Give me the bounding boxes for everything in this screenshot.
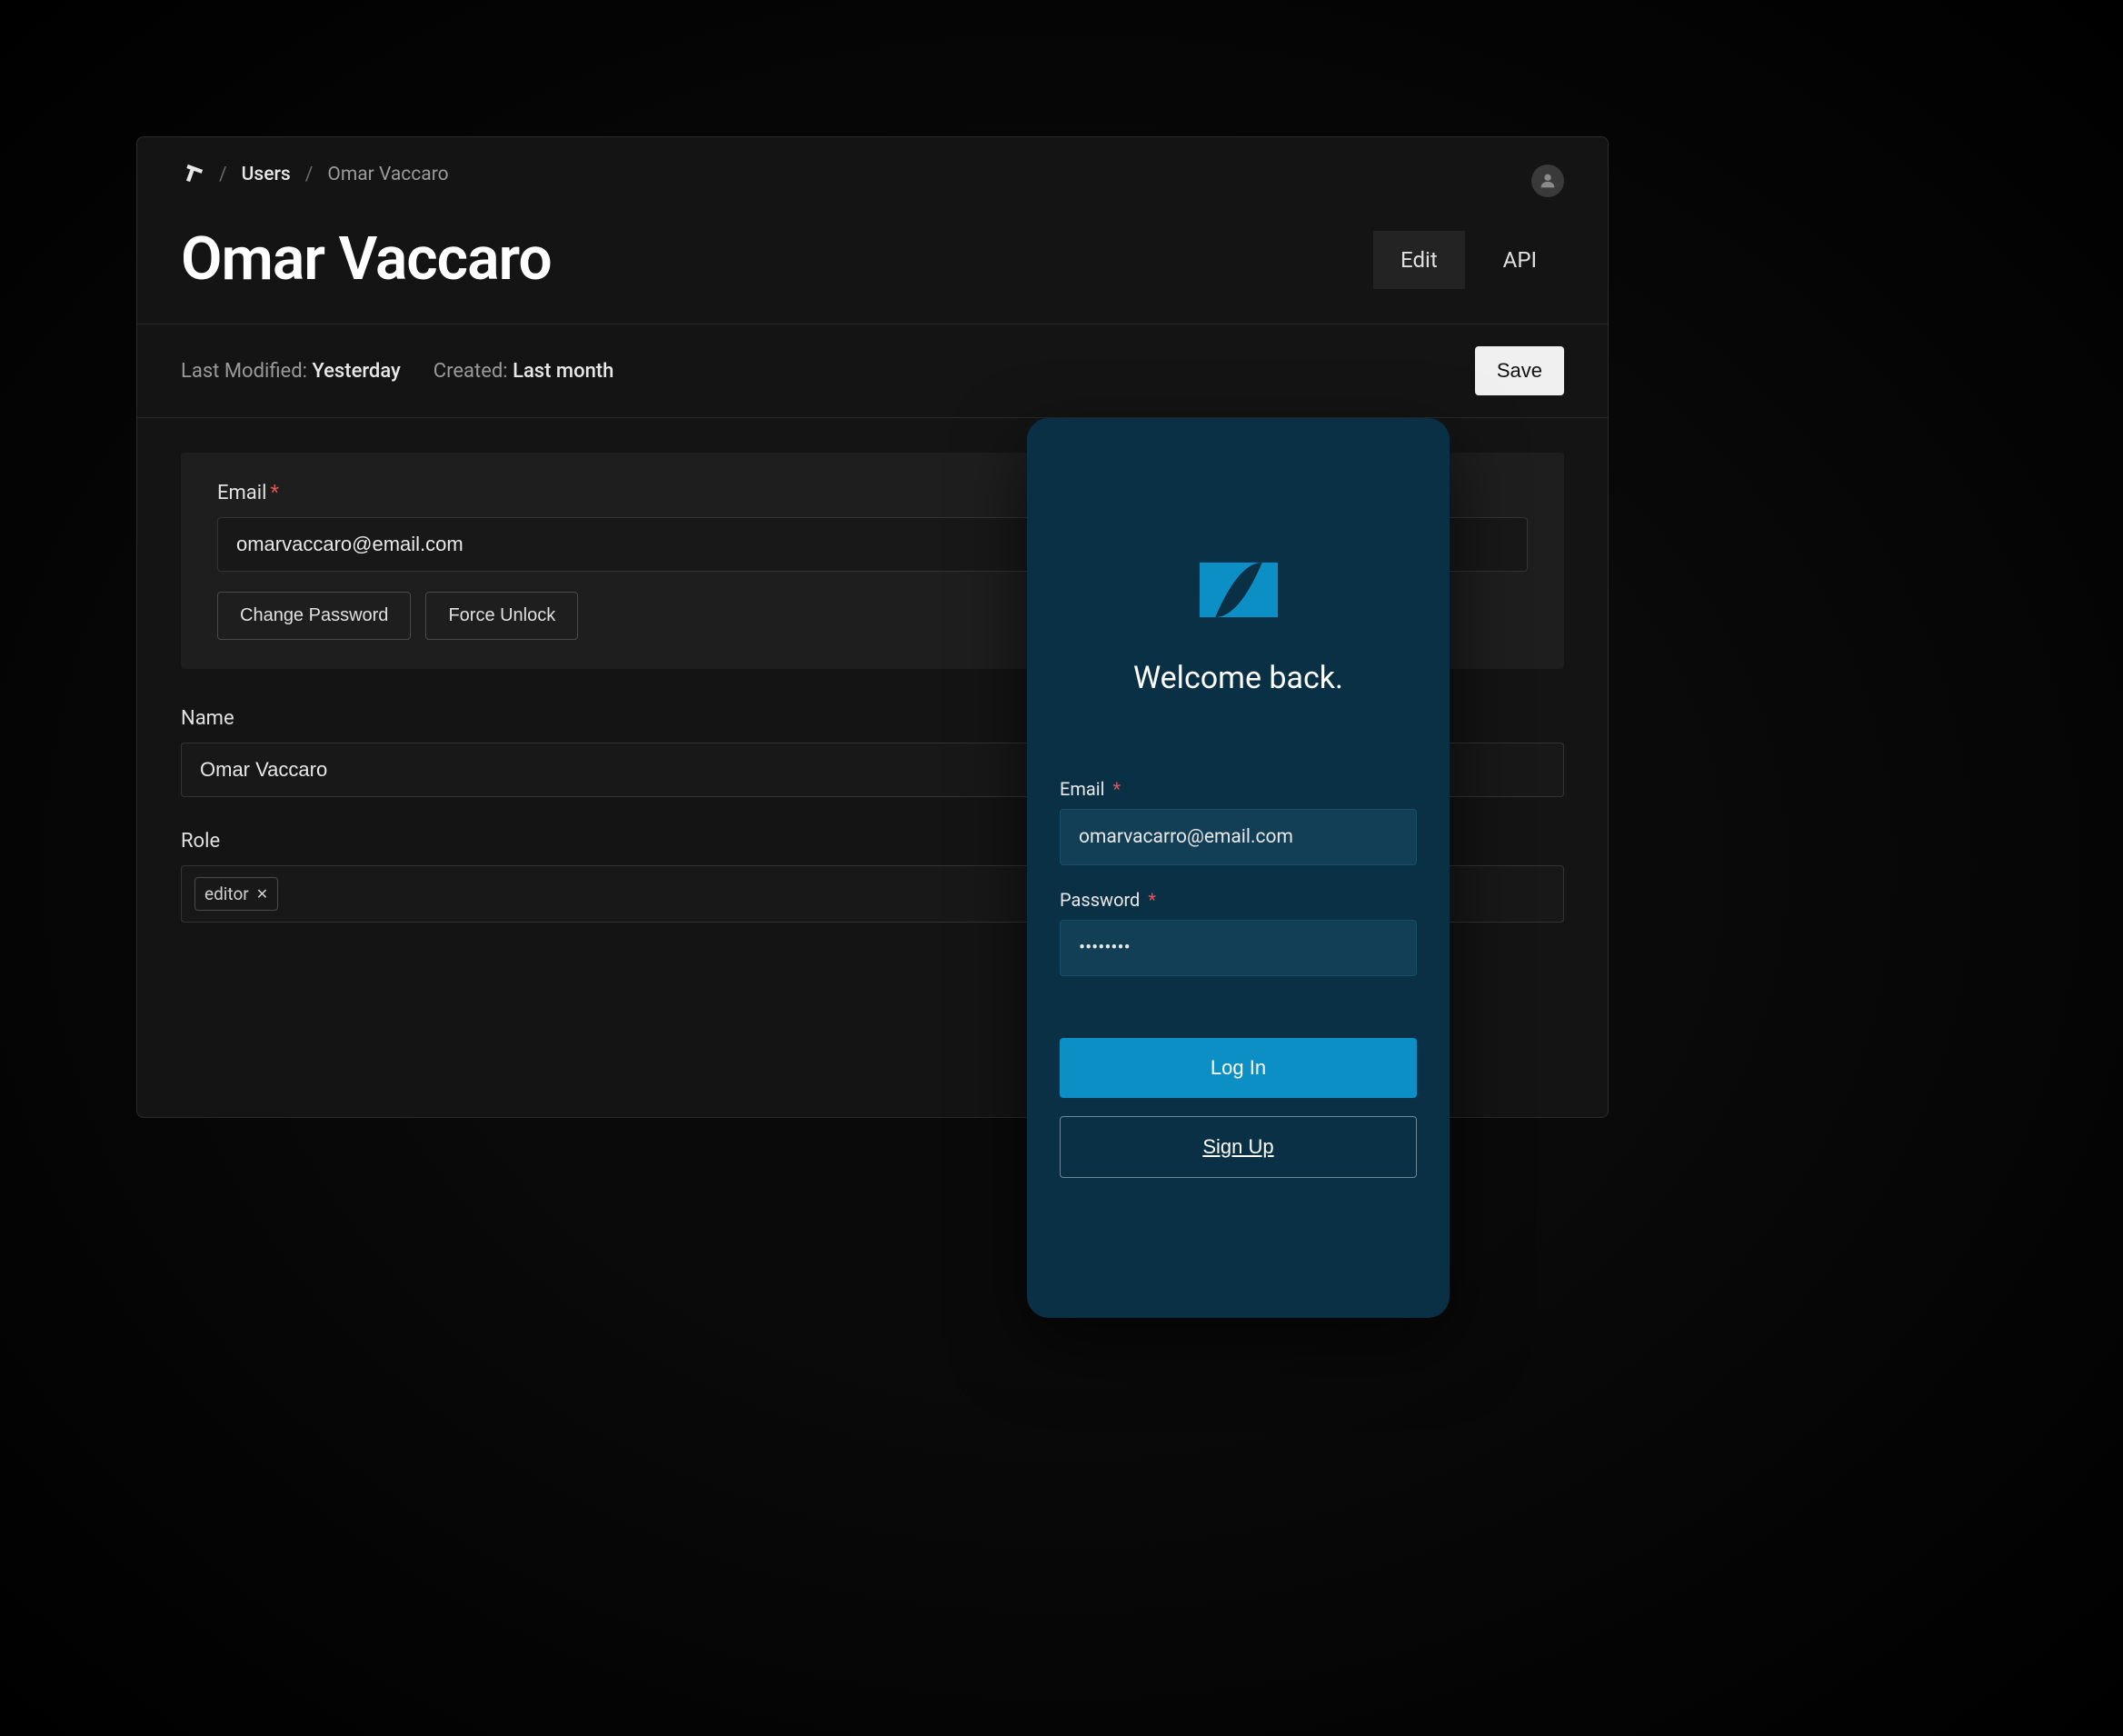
breadcrumb-separator: / <box>305 164 314 185</box>
meta-bar: Last Modified: Yesterday Created: Last m… <box>137 324 1608 418</box>
login-form: Email * Password * Log In Sign Up <box>1060 778 1417 1178</box>
login-email-input[interactable] <box>1060 809 1417 865</box>
meta-info: Last Modified: Yesterday Created: Last m… <box>181 360 613 383</box>
role-tag-label: editor <box>204 883 249 904</box>
breadcrumb-current: Omar Vaccaro <box>327 164 448 185</box>
force-unlock-button[interactable]: Force Unlock <box>425 592 578 640</box>
app-logo-icon <box>1200 554 1278 625</box>
email-label-text: Email <box>217 482 266 504</box>
change-password-button[interactable]: Change Password <box>217 592 411 640</box>
close-icon[interactable]: ✕ <box>256 885 268 903</box>
required-indicator: * <box>1112 778 1121 800</box>
welcome-heading: Welcome back. <box>1060 660 1417 696</box>
login-email-label: Email * <box>1060 778 1417 800</box>
last-modified-label: Last Modified: <box>181 360 312 383</box>
last-modified-value: Yesterday <box>312 360 400 383</box>
tabs: Edit API <box>1373 231 1564 289</box>
tab-api[interactable]: API <box>1476 231 1564 289</box>
login-email-label-text: Email <box>1060 778 1105 800</box>
created-value: Last month <box>513 360 613 383</box>
login-logo-wrap <box>1060 554 1417 625</box>
last-modified: Last Modified: Yesterday <box>181 360 401 383</box>
signup-button[interactable]: Sign Up <box>1060 1116 1417 1178</box>
created: Created: Last month <box>434 360 614 383</box>
avatar[interactable] <box>1531 165 1564 197</box>
brand-icon[interactable] <box>181 163 204 186</box>
save-button[interactable]: Save <box>1475 346 1564 395</box>
login-password-label-text: Password <box>1060 889 1140 911</box>
created-label: Created: <box>434 360 513 383</box>
tab-edit[interactable]: Edit <box>1373 231 1465 289</box>
required-indicator: * <box>270 482 278 504</box>
panel-header: / Users / Omar Vaccaro Omar Vaccaro Edit… <box>137 137 1608 324</box>
login-password-input[interactable] <box>1060 920 1417 976</box>
breadcrumb-separator: / <box>219 164 227 185</box>
breadcrumb: / Users / Omar Vaccaro <box>181 163 1564 186</box>
breadcrumb-users-link[interactable]: Users <box>242 164 291 185</box>
required-indicator: * <box>1148 889 1156 911</box>
role-tag: editor ✕ <box>194 877 278 911</box>
page-title: Omar Vaccaro <box>181 224 552 294</box>
login-button[interactable]: Log In <box>1060 1038 1417 1098</box>
title-row: Omar Vaccaro Edit API <box>181 224 1564 324</box>
login-card: Welcome back. Email * Password * Log In … <box>1027 418 1450 1318</box>
login-password-label: Password * <box>1060 889 1417 911</box>
